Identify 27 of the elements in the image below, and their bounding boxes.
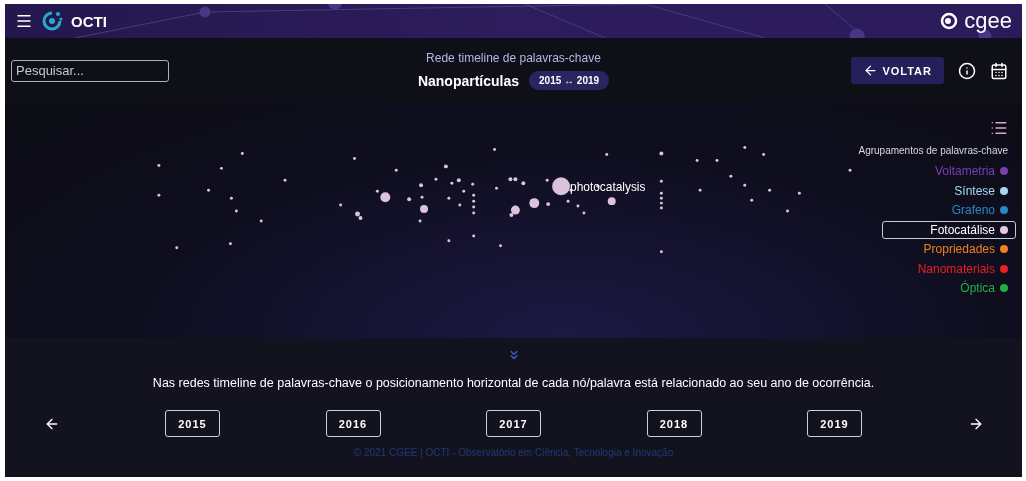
footer-text: © 2021 CGEE | OCTI - Observatório em Ciência, Tecnologia e Inovação — [353, 447, 674, 458]
year-button[interactable]: 2015 — [165, 410, 220, 437]
list-icon[interactable] — [990, 119, 1008, 137]
page-title: Nanopartículas — [417, 72, 520, 89]
node-label: photocatalysis — [570, 180, 646, 195]
info-icon[interactable] — [958, 61, 976, 80]
year-range-badge: 2015 ↔ 2019 — [529, 71, 610, 90]
legend-item[interactable]: Nanomateriais — [906, 259, 1016, 278]
legend-item[interactable]: Propriedades — [912, 240, 1016, 258]
legend-item[interactable]: Óptica — [949, 279, 1016, 297]
legend-item[interactable]: Grafeno — [940, 201, 1016, 219]
calendar-icon[interactable] — [990, 61, 1008, 80]
year-button[interactable]: 2018 — [646, 410, 702, 437]
legend-item[interactable]: Fotocatálise — [882, 220, 1016, 239]
logo-text: OCTI — [71, 12, 107, 30]
brand-logo-text: cgee — [964, 8, 1012, 34]
year-button[interactable]: 2016 — [325, 410, 381, 437]
logo-icon — [41, 10, 63, 32]
page-subtitle: Rede timeline de palavras-chave — [426, 51, 601, 65]
year-button[interactable]: 2019 — [807, 410, 862, 437]
year-button[interactable]: 2017 — [486, 410, 541, 437]
legend-title: Agrupamentos de palavras-chave — [858, 145, 1008, 156]
search-field[interactable]: Pesquisar... — [11, 59, 169, 82]
caption-text: Nas redes timeline de palavras-chave o posicionamento horizontal de cada nó/palavra está relacionado ao seu ano de ocorrência. — [152, 376, 875, 390]
back-button[interactable]: VOLTAR — [851, 57, 944, 84]
legend-item[interactable]: Síntese — [943, 181, 1016, 200]
menu-icon[interactable] — [15, 12, 33, 30]
